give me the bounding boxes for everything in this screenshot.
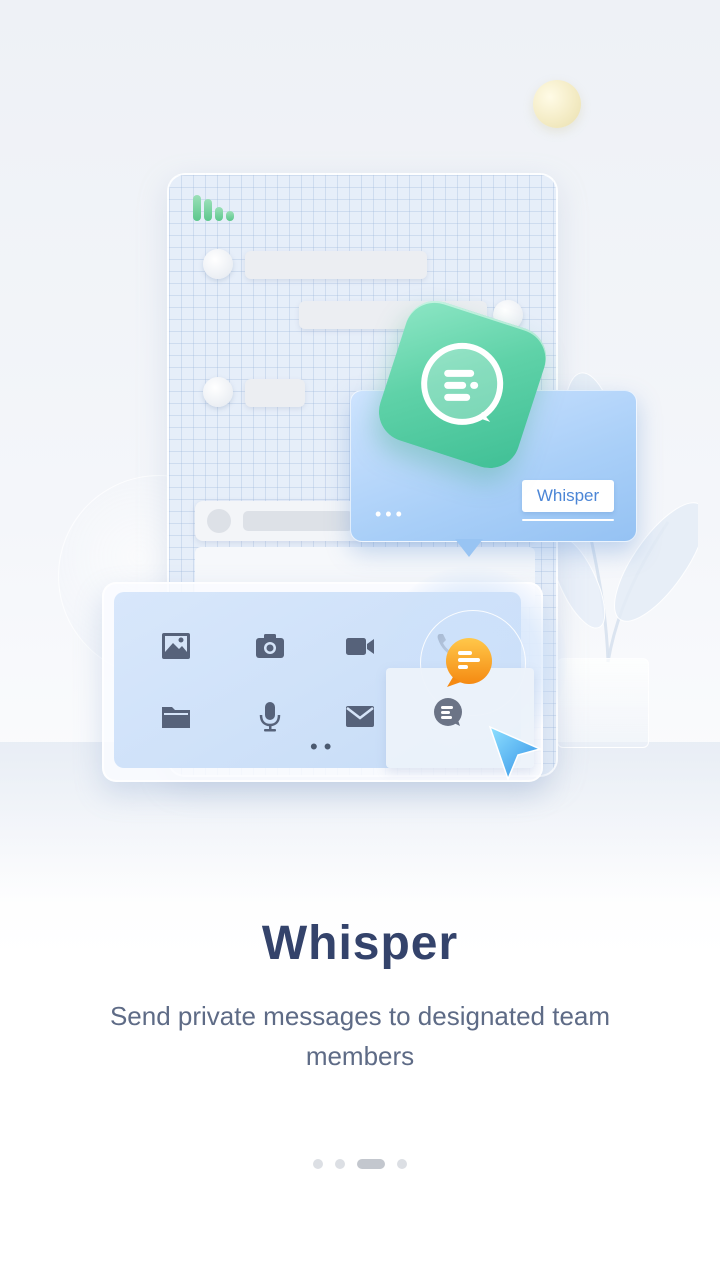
onboarding-description: Send private messages to designated team… <box>109 1001 611 1071</box>
chat-bubble <box>245 251 427 279</box>
signal-bars-icon <box>193 195 237 221</box>
page-dot[interactable] <box>313 1158 323 1169</box>
whisper-chat-icon <box>421 342 504 425</box>
page-dot[interactable] <box>397 1158 407 1169</box>
whisper-card-label: Whisper <box>522 480 614 512</box>
page-indicator <box>0 1155 720 1169</box>
plant-pot <box>557 658 649 748</box>
mail-icon <box>346 706 374 727</box>
video-icon <box>346 638 374 655</box>
whisper-icon <box>434 698 462 726</box>
folder-icon <box>162 707 190 728</box>
decorative-sphere <box>533 80 581 128</box>
pager-dots-icon: •• <box>310 734 338 759</box>
page-dot-active[interactable] <box>357 1158 385 1169</box>
onboarding-illustration: ••• Whisper •• <box>0 0 720 902</box>
more-dots-icon: ••• <box>375 504 406 524</box>
orange-whisper-bubble-icon <box>446 638 492 687</box>
chat-avatar <box>203 377 233 407</box>
microphone-icon <box>259 702 281 732</box>
page-dot[interactable] <box>335 1158 345 1169</box>
camera-icon <box>256 634 284 658</box>
image-icon <box>162 633 190 659</box>
chat-avatar <box>203 249 233 279</box>
cursor-arrow-icon <box>488 725 542 782</box>
onboarding-title: Whisper <box>261 917 459 970</box>
whisper-card-underline <box>522 519 614 521</box>
chat-bubble <box>245 379 305 407</box>
